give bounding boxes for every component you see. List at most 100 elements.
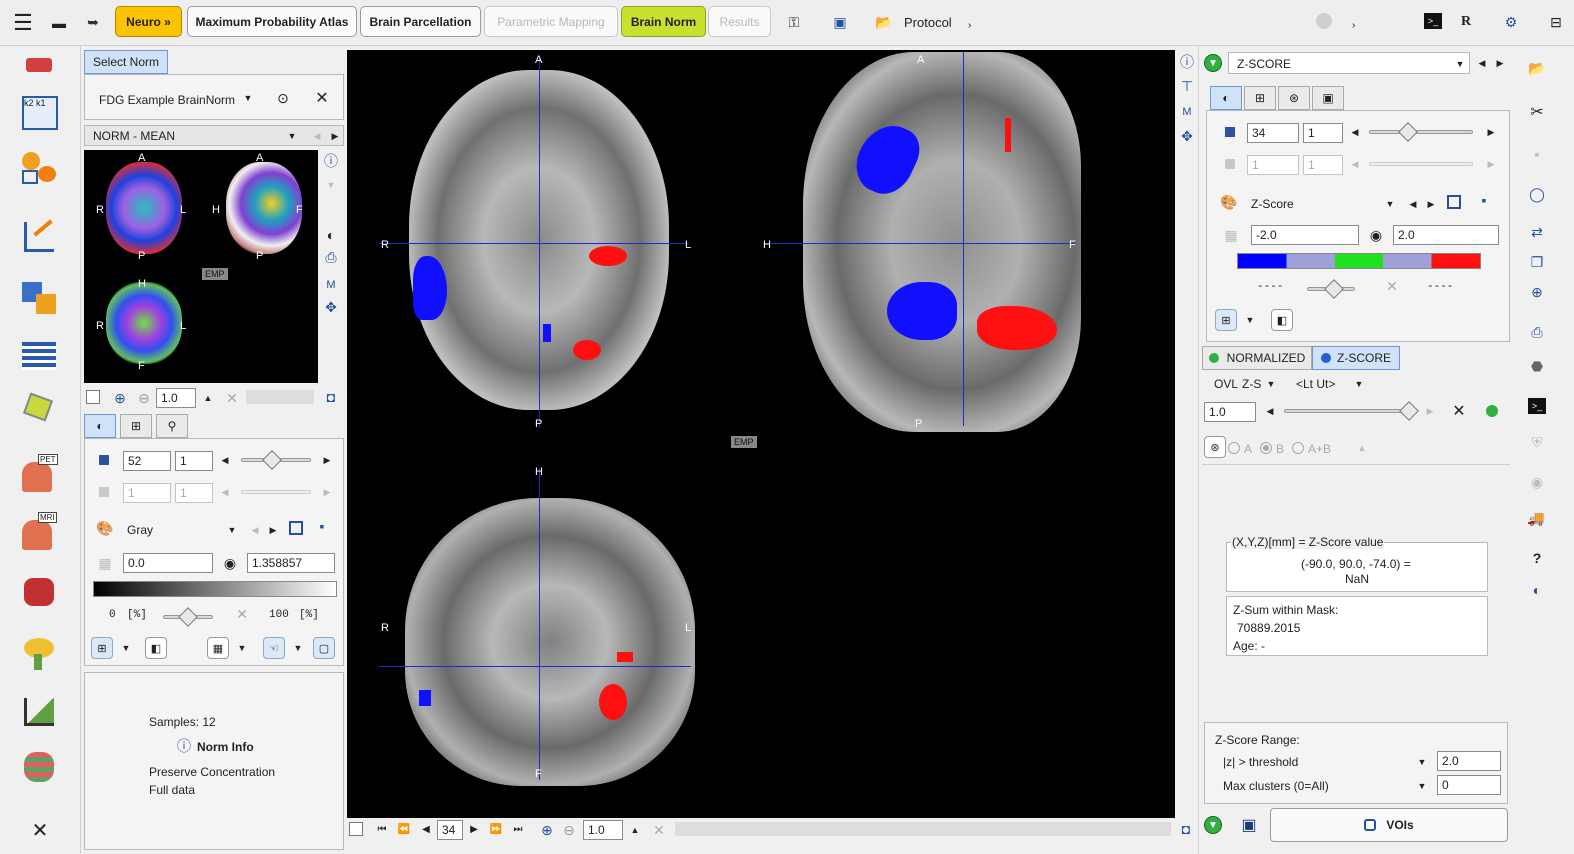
- prev-arrow-icon[interactable]: ◀: [311, 129, 323, 143]
- folder-open-icon[interactable]: 📂: [872, 10, 896, 34]
- close-icon[interactable]: ✕: [28, 818, 52, 842]
- navigate-icon[interactable]: ✥: [324, 299, 338, 315]
- tab-r-layout[interactable]: ⊞: [1244, 86, 1276, 110]
- zoom-in-icon[interactable]: ⊕: [112, 390, 128, 406]
- prev-slice-icon[interactable]: ◀: [419, 822, 433, 836]
- r-pct-slider-thumb[interactable]: [1324, 279, 1344, 299]
- brain-parcellation-button[interactable]: Brain Parcellation: [360, 6, 481, 37]
- camera-icon[interactable]: ◘: [324, 389, 338, 405]
- m-icon[interactable]: M: [324, 278, 338, 292]
- help-icon[interactable]: ?: [1526, 548, 1548, 568]
- menu-icon[interactable]: ☰: [8, 10, 38, 36]
- right-contrast-icon[interactable]: ◐: [1526, 580, 1548, 600]
- r-min-value-field[interactable]: -2.0: [1251, 225, 1359, 245]
- minimize-icon[interactable]: ▬: [48, 10, 70, 36]
- max-value-field[interactable]: 1.358857: [247, 553, 335, 573]
- range-ok-icon[interactable]: ▼: [1204, 816, 1222, 834]
- results-button[interactable]: Results: [708, 6, 771, 37]
- select-checkbox[interactable]: [86, 390, 100, 404]
- ovl-dropdown-icon[interactable]: ▼: [1264, 377, 1278, 391]
- tab-contrast[interactable]: ◐: [84, 414, 116, 438]
- first-slice-icon[interactable]: ⏮: [375, 822, 389, 836]
- r-slice-next-icon[interactable]: ▶: [1485, 125, 1497, 139]
- r-colortable-dropdown-icon[interactable]: ▼: [1383, 197, 1397, 211]
- viewer-m-icon[interactable]: M: [1179, 104, 1195, 120]
- r-frame-prev-icon[interactable]: ◀: [1349, 157, 1361, 171]
- 3d-render-icon[interactable]: [18, 386, 62, 426]
- heart-tool-icon[interactable]: [18, 570, 62, 610]
- fusion-slider[interactable]: [1284, 409, 1416, 413]
- thumbnail-viewer[interactable]: A R L P A H F P H R L F EMP: [84, 150, 318, 383]
- r-colortable-label[interactable]: Z-Score: [1251, 197, 1294, 211]
- palette-icon[interactable]: 🎨: [95, 519, 115, 537]
- fusion-close-icon[interactable]: ✕: [1450, 402, 1468, 420]
- load-icon[interactable]: 📂: [1526, 58, 1548, 78]
- grid-dropdown-icon[interactable]: ▼: [235, 641, 249, 655]
- colortable-dropdown-icon[interactable]: ▼: [225, 523, 239, 537]
- viewer-zoom-in-icon[interactable]: ⊕: [539, 822, 555, 838]
- slice-step-field[interactable]: 1: [175, 451, 213, 471]
- tab-tools[interactable]: ⚲: [156, 414, 188, 438]
- clusters-field[interactable]: 0: [1437, 775, 1501, 795]
- tab-r-fusion[interactable]: ⊛: [1278, 86, 1310, 110]
- map-select[interactable]: Z-SCORE ▼: [1228, 52, 1470, 74]
- tab-r-contrast[interactable]: ◐: [1210, 86, 1242, 110]
- viewer-navigate-icon[interactable]: ✥: [1179, 128, 1195, 144]
- zoom-out-icon[interactable]: ⊖: [136, 390, 152, 406]
- norm-type-select[interactable]: NORM - MEAN ▼ ◀ ▶: [84, 125, 344, 146]
- fusion-prev-icon[interactable]: ◀: [1264, 404, 1276, 418]
- zoom-up-icon[interactable]: ▲: [202, 390, 214, 406]
- slice-field[interactable]: 52: [123, 451, 171, 471]
- tab-select-norm[interactable]: Select Norm: [84, 50, 168, 74]
- tab-layout[interactable]: ⊞: [120, 414, 152, 438]
- r-frame-step-field[interactable]: 1: [1303, 155, 1343, 175]
- right-terminal-icon[interactable]: >_: [1528, 398, 1546, 414]
- viewer-checkbox[interactable]: [349, 822, 363, 836]
- frame-prev-icon[interactable]: ◀: [219, 485, 231, 499]
- blend-mode-button[interactable]: ⊛: [1204, 436, 1226, 458]
- view-options-button[interactable]: ⊞: [91, 637, 113, 659]
- lock-icon[interactable]: ▪: [315, 518, 329, 534]
- r-half-contrast-button[interactable]: ◧: [1271, 309, 1293, 331]
- curve-tool-icon[interactable]: [18, 216, 62, 256]
- viewer-zoom-up-icon[interactable]: ▲: [629, 822, 641, 838]
- parametric-mapping-button[interactable]: Parametric Mapping: [484, 6, 618, 37]
- r-colortable-next-icon[interactable]: ▶: [1425, 197, 1437, 211]
- map-next-icon[interactable]: ▶: [1494, 56, 1506, 70]
- layered-brain-icon[interactable]: [18, 746, 62, 786]
- blend-up-icon[interactable]: ▲: [1356, 442, 1368, 454]
- fast-forward-icon[interactable]: ⏩: [489, 822, 503, 836]
- contrast-icon[interactable]: ◐: [324, 227, 338, 243]
- pct-slider-thumb[interactable]: [178, 607, 198, 627]
- shapes-icon[interactable]: [18, 146, 62, 186]
- grid-button[interactable]: ▦: [207, 637, 229, 659]
- main-viewer[interactable]: A P R L A P H F EMP H F R L: [347, 50, 1175, 818]
- r-palette-icon[interactable]: 🎨: [1219, 193, 1239, 211]
- tree-brain-icon[interactable]: [18, 632, 62, 672]
- norm-type-dropdown-icon[interactable]: ▼: [285, 129, 299, 143]
- fast-back-icon[interactable]: ⏪: [397, 822, 411, 836]
- fusion-field[interactable]: 1.0: [1204, 402, 1256, 422]
- protocol-label[interactable]: Protocol: [904, 15, 952, 30]
- cursor-dropdown-icon[interactable]: ▼: [291, 641, 305, 655]
- r-view-options-button[interactable]: ⊞: [1215, 309, 1237, 331]
- frame-step-field[interactable]: 1: [175, 483, 213, 503]
- tab-normalized[interactable]: NORMALIZED: [1202, 346, 1312, 370]
- edit-icon[interactable]: ⊙: [273, 89, 293, 107]
- norm-dropdown-icon[interactable]: ▼: [241, 91, 255, 105]
- map-prev-icon[interactable]: ◀: [1476, 56, 1488, 70]
- zoom-region-icon[interactable]: ⊕: [1526, 282, 1548, 302]
- mri-tool-icon[interactable]: MRI: [18, 512, 62, 552]
- slice-slider-thumb[interactable]: [262, 450, 282, 470]
- neuro-button[interactable]: Neuro »: [115, 6, 182, 37]
- clusters-dropdown-icon[interactable]: ▼: [1415, 779, 1429, 793]
- mouse-icon[interactable]: ◉: [223, 555, 237, 571]
- fusion-next-icon[interactable]: ▶: [1424, 404, 1436, 418]
- r-mouse-icon[interactable]: ◉: [1369, 227, 1383, 243]
- radio-ab[interactable]: [1292, 442, 1304, 454]
- frame-next-icon[interactable]: ▶: [321, 485, 333, 499]
- cursor-button[interactable]: ☜: [263, 637, 285, 659]
- dropdown-icon[interactable]: ▼: [324, 178, 338, 192]
- save-disabled-icon[interactable]: ▪: [1526, 144, 1548, 164]
- copy-icon[interactable]: ❐: [1526, 252, 1548, 272]
